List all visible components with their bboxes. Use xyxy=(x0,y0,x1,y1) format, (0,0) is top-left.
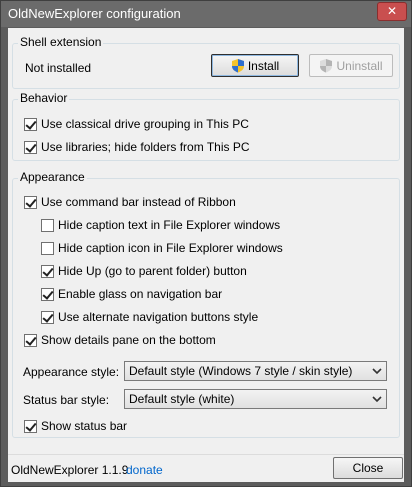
status-bar-style-value: Default style (white) xyxy=(129,392,235,406)
window-close-button[interactable]: ✕ xyxy=(377,2,407,21)
checkbox-box[interactable] xyxy=(41,241,54,255)
checkbox-box[interactable] xyxy=(41,264,54,278)
checkbox-label: Hide Up (go to parent folder) button xyxy=(58,264,247,278)
checkbox-box[interactable] xyxy=(24,419,37,433)
checkbox-box[interactable] xyxy=(24,117,37,131)
close-button[interactable]: Close xyxy=(333,457,403,479)
uac-shield-icon xyxy=(231,59,244,73)
uninstall-button[interactable]: Uninstall xyxy=(309,54,393,77)
alternate-nav-buttons-checkbox[interactable]: Use alternate navigation buttons style xyxy=(41,309,258,325)
checkbox-label: Hide caption text in File Explorer windo… xyxy=(58,218,281,232)
appearance-style-label: Appearance style: xyxy=(23,365,120,379)
hide-caption-text-checkbox[interactable]: Hide caption text in File Explorer windo… xyxy=(41,217,280,233)
checkbox-box[interactable] xyxy=(24,333,37,347)
checkbox-label: Show details pane on the bottom xyxy=(41,333,216,347)
enable-glass-checkbox[interactable]: Enable glass on navigation bar xyxy=(41,286,222,302)
checkbox-label: Use alternate navigation buttons style xyxy=(58,310,259,324)
checkbox-box[interactable] xyxy=(41,310,54,324)
shell-status-text: Not installed xyxy=(25,61,92,75)
shell-extension-group-label: Shell extension xyxy=(18,35,104,49)
status-bar-style-label: Status bar style: xyxy=(23,393,110,407)
checkbox-box[interactable] xyxy=(24,195,37,209)
checkbox-label: Use libraries; hide folders from This PC xyxy=(41,140,250,154)
uac-shield-icon xyxy=(320,59,333,73)
dialog-body: Shell extension Not installed Install Un… xyxy=(8,28,404,454)
details-pane-bottom-checkbox[interactable]: Show details pane on the bottom xyxy=(24,332,216,348)
title-bar[interactable]: OldNewExplorer configuration ✕ xyxy=(1,1,411,27)
appearance-style-select[interactable]: Default style (Windows 7 style / skin st… xyxy=(124,361,387,381)
version-text: OldNewExplorer 1.1.9 xyxy=(11,463,129,477)
donate-link[interactable]: donate xyxy=(126,463,163,477)
checkbox-box[interactable] xyxy=(24,140,37,154)
chevron-down-icon xyxy=(372,368,382,375)
classical-drive-grouping-checkbox[interactable]: Use classical drive grouping in This PC xyxy=(24,116,249,132)
use-libraries-checkbox[interactable]: Use libraries; hide folders from This PC xyxy=(24,139,250,155)
window-title: OldNewExplorer configuration xyxy=(8,6,181,21)
appearance-group: Appearance Use command bar instead of Ri… xyxy=(12,170,400,438)
uninstall-button-label: Uninstall xyxy=(336,58,383,73)
checkbox-label: Use classical drive grouping in This PC xyxy=(41,117,249,131)
show-status-bar-checkbox[interactable]: Show status bar xyxy=(24,418,127,434)
chevron-down-icon xyxy=(372,396,382,403)
install-button-label: Install xyxy=(247,58,280,73)
app-window: OldNewExplorer configuration ✕ Shell ext… xyxy=(0,0,412,487)
shell-extension-group: Shell extension Not installed Install Un… xyxy=(12,35,400,89)
behavior-group: Behavior Use classical drive grouping in… xyxy=(12,91,400,161)
hide-up-button-checkbox[interactable]: Hide Up (go to parent folder) button xyxy=(41,263,247,279)
behavior-group-label: Behavior xyxy=(18,91,70,105)
appearance-style-value: Default style (Windows 7 style / skin st… xyxy=(129,364,353,378)
checkbox-box[interactable] xyxy=(41,287,54,301)
status-bar-style-select[interactable]: Default style (white) xyxy=(124,389,387,409)
checkbox-label: Show status bar xyxy=(41,419,128,433)
checkbox-label: Enable glass on navigation bar xyxy=(58,287,223,301)
checkbox-label: Hide caption icon in File Explorer windo… xyxy=(58,241,283,255)
checkbox-box[interactable] xyxy=(41,218,54,232)
dialog-footer: OldNewExplorer 1.1.9 donate Close xyxy=(8,454,404,482)
hide-caption-icon-checkbox[interactable]: Hide caption icon in File Explorer windo… xyxy=(41,240,283,256)
appearance-group-label: Appearance xyxy=(18,170,87,184)
use-command-bar-checkbox[interactable]: Use command bar instead of Ribbon xyxy=(24,194,236,210)
checkbox-label: Use command bar instead of Ribbon xyxy=(41,195,236,209)
install-button[interactable]: Install xyxy=(211,54,299,77)
